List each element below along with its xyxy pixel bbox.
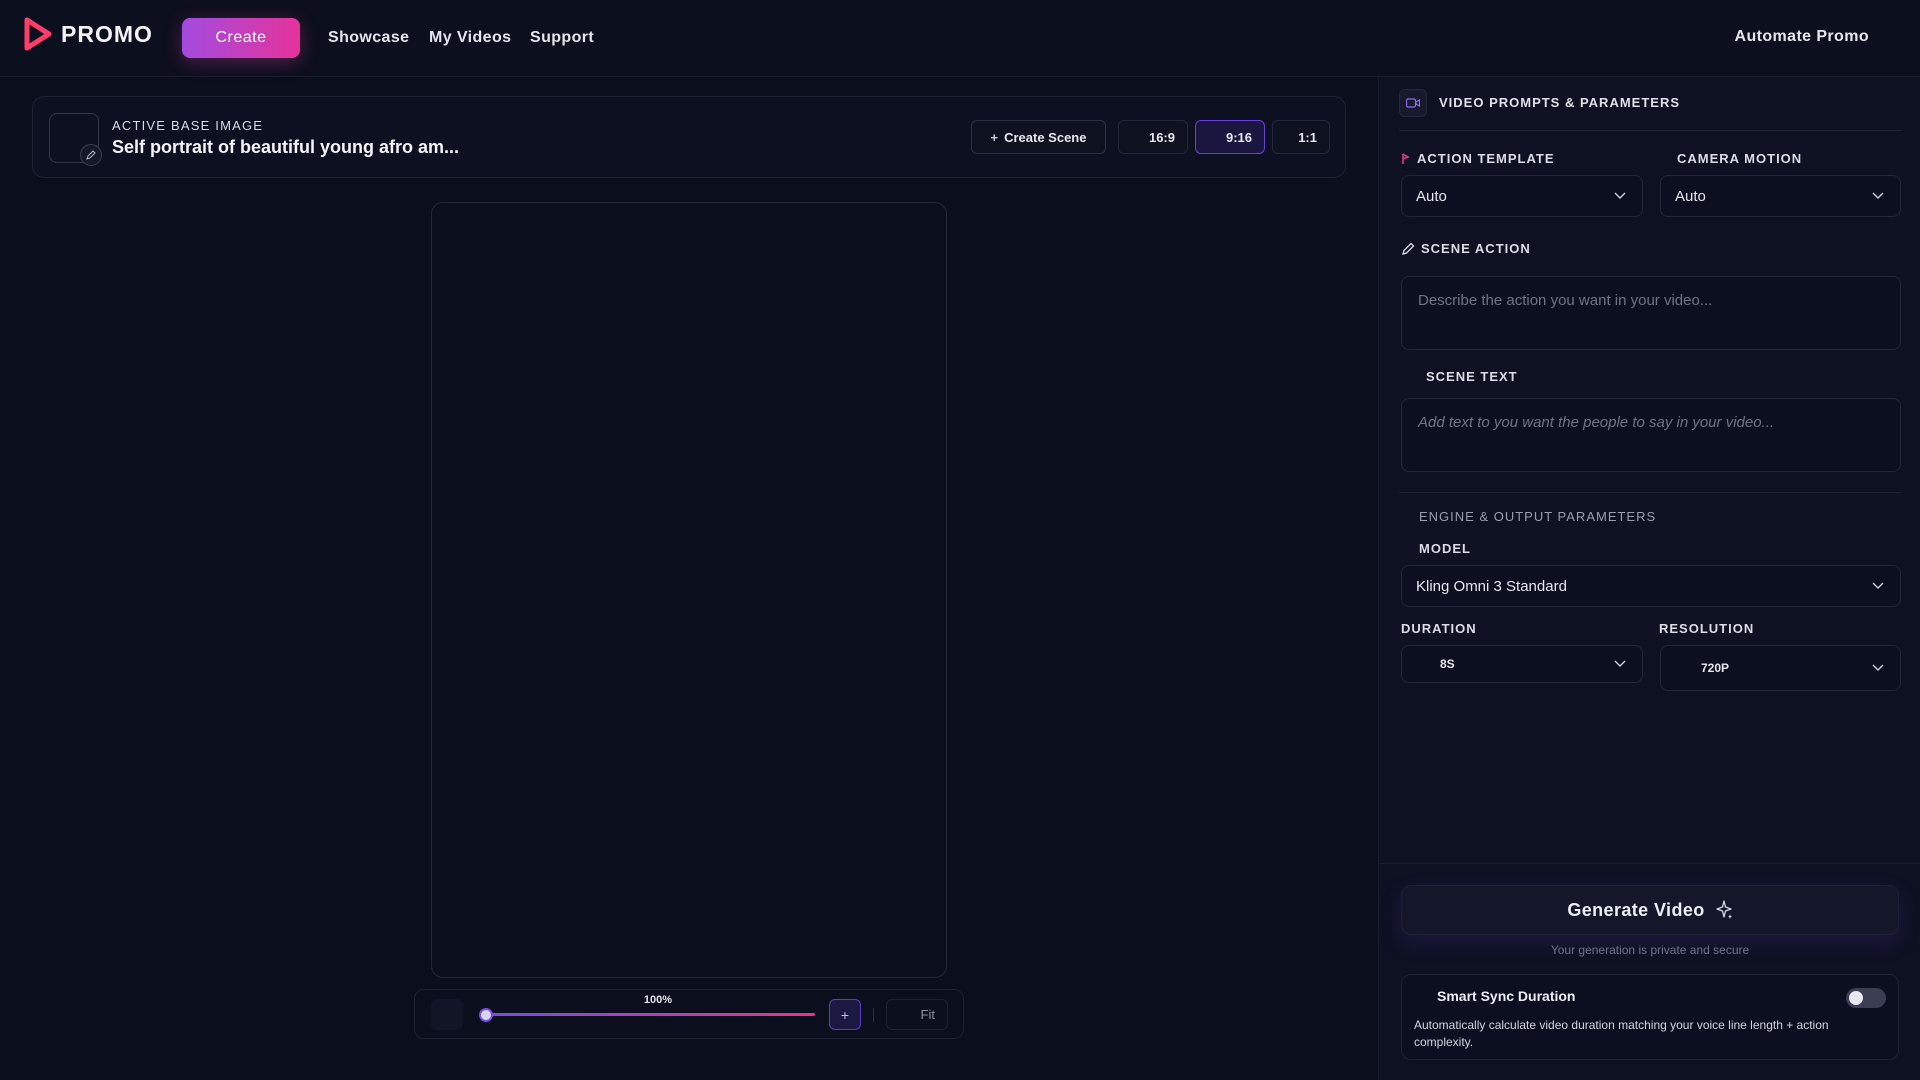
smart-sync-description: Automatically calculate video duration m…	[1414, 1018, 1829, 1049]
generate-video-label: Generate Video	[1567, 899, 1705, 920]
scene-action-label-text: SCENE ACTION	[1421, 241, 1531, 256]
base-image-label: ACTIVE BASE IMAGE	[112, 118, 264, 133]
chevron-down-icon	[1872, 582, 1884, 589]
top-nav-bar: PROMO Create Showcase My Videos Support …	[0, 0, 1920, 77]
nav-link-automate-promo[interactable]: Automate Promo	[1735, 28, 1870, 46]
video-canvas-preview	[431, 202, 947, 978]
resolution-value: 720P	[1701, 661, 1730, 675]
chevron-down-icon	[1872, 664, 1884, 671]
model-label-text: MODEL	[1419, 541, 1471, 556]
chevron-down-icon	[1872, 192, 1884, 199]
zoom-percentage: 100%	[643, 994, 673, 1006]
resolution-select[interactable]: 720P	[1660, 645, 1901, 691]
action-template-value: Auto	[1416, 187, 1447, 205]
create-scene-button[interactable]: + Create Scene	[971, 120, 1106, 154]
zoom-out-button[interactable]	[431, 999, 463, 1030]
panel-header: VIDEO PROMPTS & PARAMETERS	[1399, 89, 1901, 131]
plus-icon: +	[990, 129, 999, 145]
base-image-title: Self portrait of beautiful young afro am…	[112, 137, 460, 157]
scene-text-label-text: SCENE TEXT	[1426, 369, 1518, 384]
ratio-button-1-1[interactable]: 1:1	[1272, 120, 1330, 154]
model-value: Kling Omni 3 Standard	[1416, 577, 1567, 595]
duration-label: DURATION	[1401, 621, 1477, 636]
edit-image-button[interactable]	[80, 144, 102, 166]
logo-text: PROMO	[61, 20, 153, 47]
section-divider	[1399, 492, 1901, 493]
zoom-in-button[interactable]: +	[829, 999, 861, 1030]
camera-motion-select[interactable]: Auto	[1660, 175, 1901, 217]
camera-motion-value: Auto	[1675, 187, 1706, 205]
resolution-label-text: RESOLUTION	[1659, 621, 1755, 636]
action-template-label-text: ACTION TEMPLATE	[1417, 151, 1555, 166]
base-image-thumbnail[interactable]	[49, 113, 102, 166]
zoom-slider-handle[interactable]	[479, 1008, 493, 1022]
pencil-icon	[1402, 242, 1415, 255]
zoom-divider	[873, 1008, 874, 1022]
scene-text-textarea[interactable]: Add text to you want the people to say i…	[1401, 398, 1901, 472]
action-template-select[interactable]: Auto	[1401, 175, 1643, 217]
magic-wand-icon	[1402, 152, 1410, 164]
zoom-fit-button[interactable]: Fit	[886, 999, 948, 1030]
play-logo-icon	[24, 17, 52, 51]
scene-action-label: SCENE ACTION	[1401, 241, 1531, 256]
nav-link-support[interactable]: Support	[530, 29, 594, 47]
toggle-knob	[1849, 991, 1863, 1005]
engine-parameters-title: ENGINE & OUTPUT PARAMETERS	[1419, 509, 1657, 524]
camera-motion-label-text: CAMERA MOTION	[1677, 151, 1803, 166]
duration-label-text: DURATION	[1401, 621, 1477, 636]
pencil-icon	[86, 150, 96, 160]
video-camera-icon	[1399, 89, 1427, 117]
chevron-down-icon	[1614, 660, 1626, 667]
privacy-note: Your generation is private and secure	[1550, 943, 1750, 957]
duration-select[interactable]: 8S	[1401, 645, 1643, 683]
duration-value: 8S	[1440, 657, 1455, 671]
nav-link-my-videos[interactable]: My Videos	[429, 29, 511, 47]
active-base-image-card: ACTIVE BASE IMAGE Self portrait of beaut…	[32, 96, 1346, 178]
sparkle-icon	[1716, 900, 1732, 919]
panel-header-title: VIDEO PROMPTS & PARAMETERS	[1439, 95, 1681, 110]
zoom-slider-track[interactable]	[485, 1013, 815, 1016]
smart-sync-toggle[interactable]	[1846, 988, 1886, 1008]
scene-action-textarea[interactable]: Describe the action you want in your vid…	[1401, 276, 1901, 350]
create-scene-label: Create Scene	[1004, 129, 1087, 145]
create-button[interactable]: Create	[182, 18, 300, 58]
model-label: MODEL	[1419, 541, 1471, 556]
nav-link-showcase[interactable]: Showcase	[328, 29, 409, 47]
chevron-down-icon	[1614, 192, 1626, 199]
resolution-label: RESOLUTION	[1659, 621, 1754, 636]
model-select[interactable]: Kling Omni 3 Standard	[1401, 565, 1901, 607]
zoom-controls: 100% + Fit	[414, 989, 964, 1039]
generate-video-button[interactable]: Generate Video	[1401, 885, 1899, 935]
smart-sync-title: Smart Sync Duration	[1437, 988, 1576, 1004]
scene-text-label: SCENE TEXT	[1426, 369, 1518, 384]
ratio-button-16-9[interactable]: 16:9	[1118, 120, 1188, 154]
promo-logo[interactable]: PROMO	[23, 17, 153, 51]
camera-motion-label: CAMERA MOTION	[1677, 151, 1802, 166]
video-parameters-panel: VIDEO PROMPTS & PARAMETERS ACTION TEMPLA…	[1378, 77, 1920, 1080]
smart-sync-card: Smart Sync Duration Automatically calcul…	[1401, 974, 1899, 1060]
ratio-button-9-16[interactable]: 9:16	[1195, 120, 1265, 154]
footer-divider	[1379, 863, 1920, 864]
action-template-label: ACTION TEMPLATE	[1401, 151, 1555, 166]
